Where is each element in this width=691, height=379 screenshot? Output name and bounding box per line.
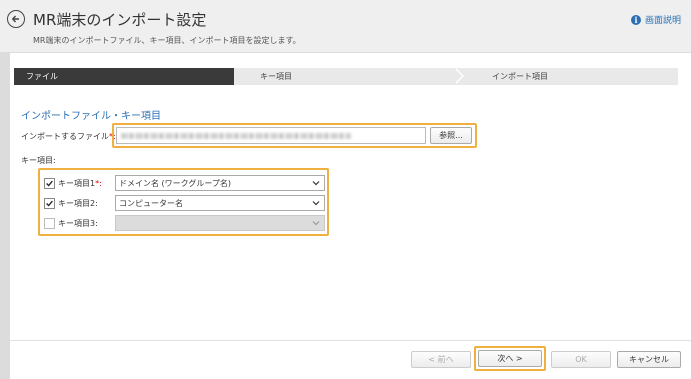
key-items-label: キー項目:: [21, 156, 56, 165]
help-link[interactable]: i 画面説明: [630, 13, 681, 26]
page-title: MR端末のインポート設定: [33, 11, 207, 29]
page-header: MR端末のインポート設定 MR端末のインポートファイル、キー項目、インポート項目…: [0, 0, 691, 53]
ok-button[interactable]: OK: [551, 351, 611, 368]
arrow-left-icon: [11, 15, 19, 23]
back-button[interactable]: [7, 10, 25, 28]
page-subtitle: MR端末のインポートファイル、キー項目、インポート項目を設定します。: [33, 36, 301, 45]
help-label: 画面説明: [644, 16, 681, 26]
wizard-steps: ファイル キー項目 インポート項目: [14, 68, 678, 85]
highlight-key-items: [38, 168, 329, 236]
step-key-items: キー項目: [234, 68, 464, 85]
footer-divider: [10, 340, 691, 341]
highlight-next: [474, 346, 546, 371]
step-import-items: インポート項目: [454, 68, 678, 85]
left-edge: [0, 53, 10, 379]
step-file: ファイル: [14, 68, 242, 85]
highlight-file: [112, 123, 477, 148]
section-title: インポートファイル・キー項目: [21, 111, 161, 122]
info-icon: i: [630, 14, 641, 25]
cancel-button[interactable]: キャンセル: [617, 351, 681, 368]
file-label: インポートするファイル*:: [21, 132, 116, 141]
prev-button[interactable]: < 前へ: [411, 351, 471, 368]
